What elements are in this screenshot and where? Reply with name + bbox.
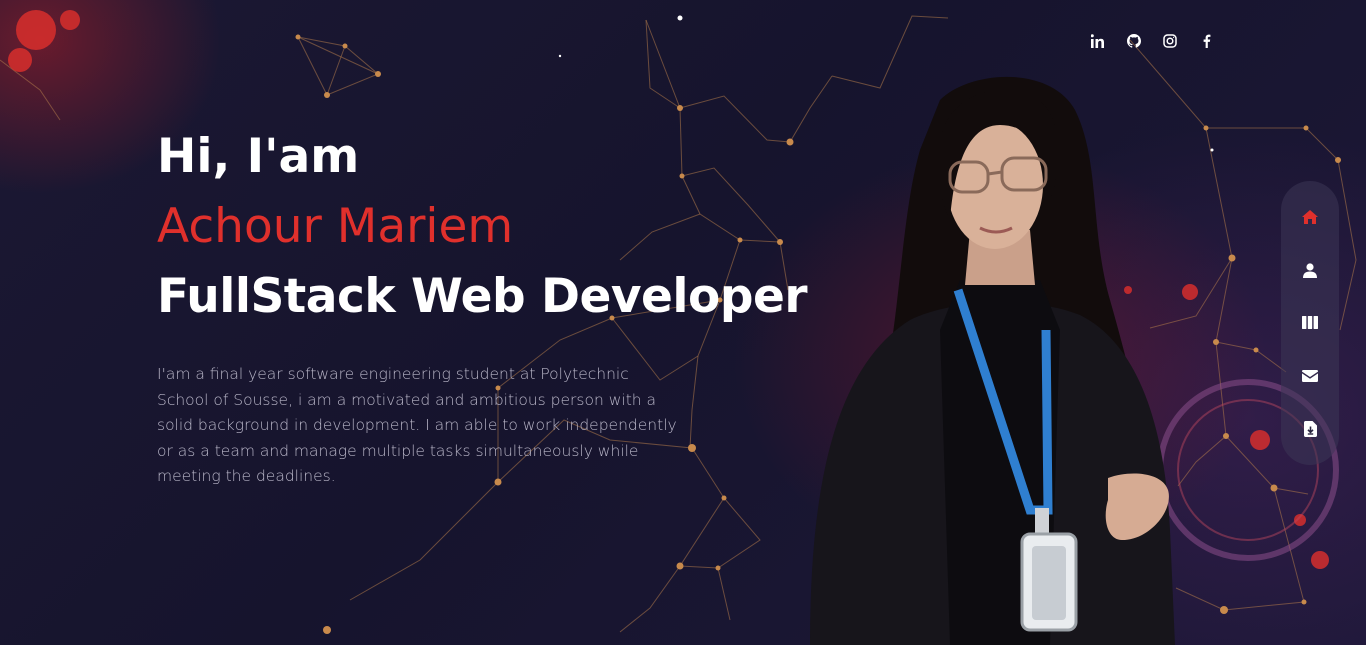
greeting-heading: Hi, I'am xyxy=(157,129,360,184)
instagram-icon[interactable] xyxy=(1160,31,1180,51)
role-heading: FullStack Web Developer xyxy=(157,269,808,324)
facebook-icon[interactable] xyxy=(1196,31,1216,51)
hero-section: Hi, I'am Achour Mariem FullStack Web Dev… xyxy=(0,0,1366,645)
download-icon xyxy=(1303,420,1317,437)
nav-about[interactable] xyxy=(1295,255,1325,285)
home-icon xyxy=(1302,210,1318,225)
nav-download-cv[interactable] xyxy=(1295,414,1325,444)
linkedin-icon[interactable] xyxy=(1088,31,1108,51)
github-icon[interactable] xyxy=(1124,31,1144,51)
nav-contact[interactable] xyxy=(1295,361,1325,391)
side-navigation xyxy=(1281,181,1339,465)
social-links xyxy=(1088,31,1216,51)
nav-portfolio[interactable] xyxy=(1295,308,1325,338)
name-heading: Achour Mariem xyxy=(157,199,514,254)
profile-photo xyxy=(810,76,1175,645)
intro-block: Hi, I'am Achour Mariem FullStack Web Dev… xyxy=(157,122,808,490)
columns-icon xyxy=(1302,316,1318,330)
nav-home[interactable] xyxy=(1295,202,1325,232)
user-icon xyxy=(1303,263,1317,278)
bio-paragraph: I'am a final year software engineering s… xyxy=(157,365,677,485)
envelope-icon xyxy=(1302,369,1318,382)
